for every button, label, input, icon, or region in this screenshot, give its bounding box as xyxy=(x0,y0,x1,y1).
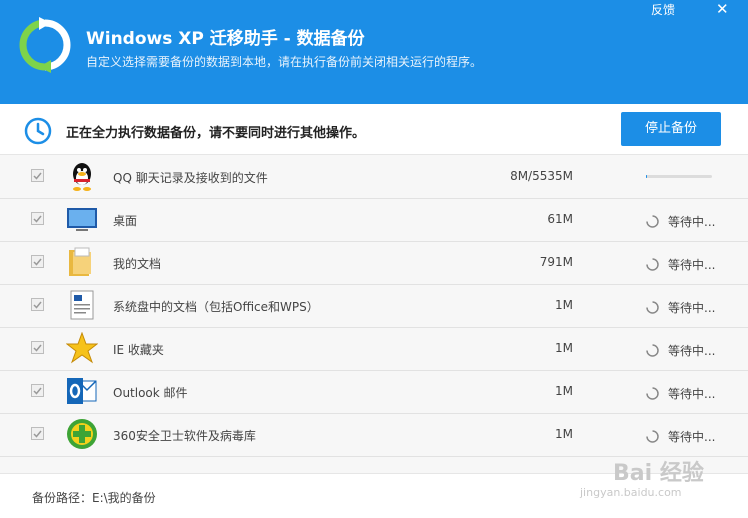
stop-backup-button[interactable]: 停止备份 xyxy=(621,112,721,146)
item-name: 360安全卫士软件及病毒库 xyxy=(113,427,256,444)
list-item: 系统盘中的文档（包括Office和WPS） 1M 等待中... xyxy=(0,284,748,328)
loading-spinner-icon xyxy=(646,428,659,441)
header-banner: Windows XP 迁移助手 - 数据备份 自定义选择需要备份的数据到本地，请… xyxy=(0,0,748,104)
checkmark-icon xyxy=(32,256,43,267)
item-size: 1M xyxy=(555,427,573,441)
list-item: Outlook 邮件 1M 等待中... xyxy=(0,370,748,414)
qq-icon xyxy=(66,160,98,192)
status-bar: 正在全力执行数据备份，请不要同时进行其他操作。 停止备份 xyxy=(0,104,748,155)
item-checkbox[interactable] xyxy=(31,169,44,182)
list-item: 我的文档 791M 等待中... xyxy=(0,241,748,285)
status-message: 正在全力执行数据备份，请不要同时进行其他操作。 xyxy=(66,122,365,141)
close-button[interactable]: ✕ xyxy=(716,0,729,18)
desktop-icon xyxy=(66,203,98,235)
sync-arrows-logo-icon xyxy=(17,17,73,73)
list-item: QQ 聊天记录及接收到的文件 8M/5535M xyxy=(0,155,748,199)
item-size: 1M xyxy=(555,298,573,312)
item-status: 等待中... xyxy=(668,213,715,230)
feedback-link[interactable]: 反馈 xyxy=(651,1,675,18)
item-name: IE 收藏夹 xyxy=(113,341,164,358)
window-title: Windows XP 迁移助手 - 数据备份 xyxy=(86,24,365,49)
loading-spinner-icon xyxy=(646,299,659,312)
favorites-star-icon xyxy=(66,332,98,364)
checkmark-icon xyxy=(32,213,43,224)
progress-bar xyxy=(646,175,712,178)
item-name: 我的文档 xyxy=(113,255,161,272)
window-subtitle: 自定义选择需要备份的数据到本地，请在执行备份前关闭相关运行的程序。 xyxy=(86,53,482,70)
item-status: 等待中... xyxy=(668,256,715,273)
item-checkbox[interactable] xyxy=(31,212,44,225)
item-checkbox[interactable] xyxy=(31,341,44,354)
outlook-icon xyxy=(66,375,98,407)
loading-spinner-icon xyxy=(646,213,659,226)
item-size: 791M xyxy=(540,255,573,269)
checkmark-icon xyxy=(32,299,43,310)
loading-spinner-icon xyxy=(646,385,659,398)
360-security-icon xyxy=(66,418,98,450)
office-document-icon xyxy=(66,289,98,321)
item-status: 等待中... xyxy=(668,342,715,359)
item-name: Outlook 邮件 xyxy=(113,384,188,401)
loading-spinner-icon xyxy=(646,342,659,355)
list-item: IE 收藏夹 1M 等待中... xyxy=(0,327,748,371)
backup-path-label: 备份路径：E:\我的备份 xyxy=(32,489,156,506)
backup-clock-icon xyxy=(24,117,52,145)
checkmark-icon xyxy=(32,385,43,396)
item-size: 1M xyxy=(555,384,573,398)
item-name: QQ 聊天记录及接收到的文件 xyxy=(113,169,268,186)
item-checkbox[interactable] xyxy=(31,298,44,311)
item-checkbox[interactable] xyxy=(31,255,44,268)
item-size: 61M xyxy=(547,212,573,226)
list-item: 360安全卫士软件及病毒库 1M 等待中... xyxy=(0,413,748,457)
backup-item-list: QQ 聊天记录及接收到的文件 8M/5535M 桌面 61M 等待中... 我的文档 791… xyxy=(0,155,748,473)
watermark-url: jingyan.baidu.com xyxy=(580,486,682,499)
item-status: 等待中... xyxy=(668,385,715,402)
item-name: 系统盘中的文档（包括Office和WPS） xyxy=(113,298,319,315)
item-checkbox[interactable] xyxy=(31,384,44,397)
loading-spinner-icon xyxy=(646,256,659,269)
checkmark-icon xyxy=(32,428,43,439)
checkmark-icon xyxy=(32,170,43,181)
list-item: 桌面 61M 等待中... xyxy=(0,198,748,242)
checkmark-icon xyxy=(32,342,43,353)
documents-folder-icon xyxy=(66,246,98,278)
item-checkbox[interactable] xyxy=(31,427,44,440)
item-size: 8M/5535M xyxy=(510,169,573,183)
item-status: 等待中... xyxy=(668,299,715,316)
item-size: 1M xyxy=(555,341,573,355)
item-status: 等待中... xyxy=(668,428,715,445)
item-name: 桌面 xyxy=(113,212,137,229)
watermark-brand: Bai 经验 xyxy=(613,455,704,487)
